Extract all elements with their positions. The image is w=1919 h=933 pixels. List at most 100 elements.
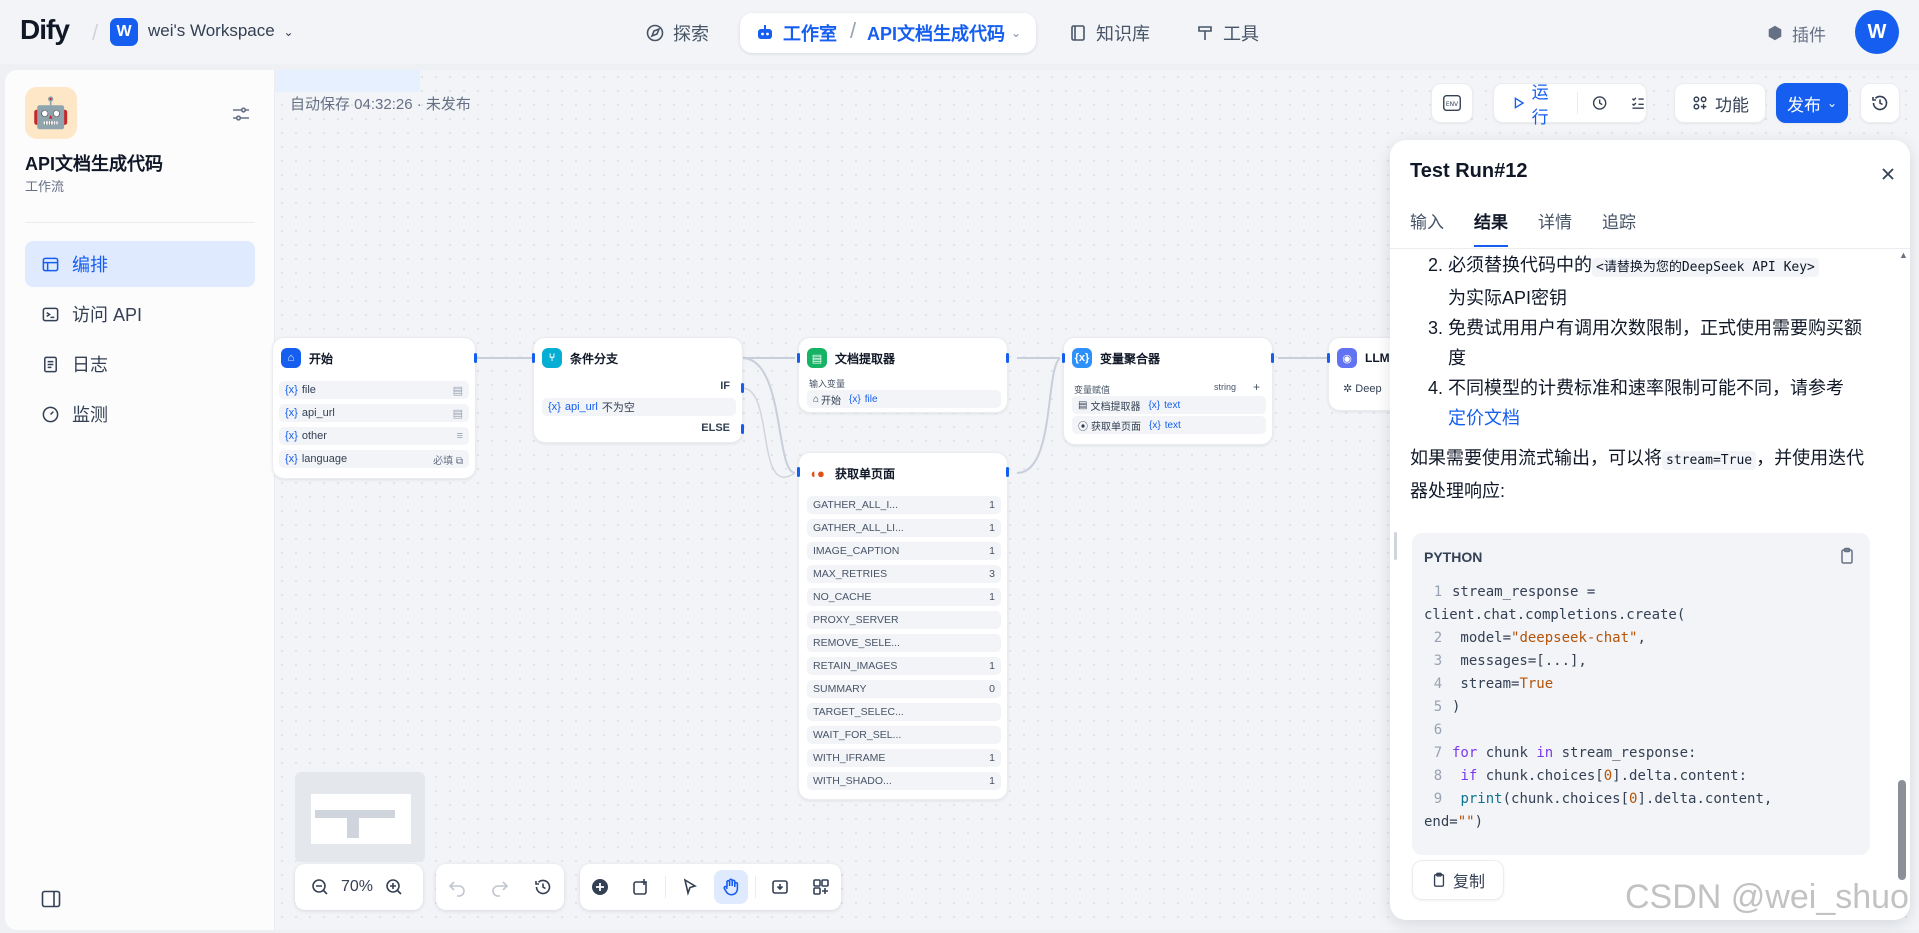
pointer-mode-button[interactable] bbox=[673, 870, 707, 904]
node-title: 获取单页面 bbox=[835, 466, 896, 481]
tab-result[interactable]: 结果 bbox=[1474, 208, 1508, 247]
llm-model: ✲ Deep bbox=[1343, 383, 1382, 395]
model-icon: ✲ bbox=[1343, 383, 1356, 395]
chevron-down-icon: ⌄ bbox=[1011, 26, 1022, 40]
cursor-icon bbox=[683, 878, 698, 896]
node-doc-extractor[interactable]: ▤ 文档提取器 输入变量 ⌂ 开始 {x} file bbox=[797, 337, 1009, 413]
nav-tools-label: 工具 bbox=[1223, 24, 1259, 44]
sidebar-item-orchestrate[interactable]: 编排 bbox=[25, 241, 255, 287]
node-fetch-page[interactable]: ◖● 获取单页面 GATHER_ALL_I... 1 GATHER_ALL_LI..… bbox=[797, 452, 1009, 800]
output-port[interactable] bbox=[474, 353, 477, 363]
gauge-icon bbox=[42, 406, 59, 422]
output-port[interactable] bbox=[1271, 353, 1274, 363]
top-nav-bar: Dify / W wei's Workspace ⌄ 探索 工作室 / API文… bbox=[0, 0, 1919, 64]
copy-button[interactable]: 复制 bbox=[1412, 860, 1504, 900]
zoom-in-button[interactable] bbox=[377, 870, 411, 904]
input-var-label: 输入变量 bbox=[809, 379, 846, 389]
input-port[interactable] bbox=[1327, 353, 1330, 363]
node-title: 文档提取器 bbox=[835, 351, 896, 366]
app-icon: 🤖 bbox=[25, 87, 77, 139]
scrollbar-thumb[interactable] bbox=[1898, 780, 1906, 880]
fetch-param-row: RETAIN_IMAGES 1 bbox=[807, 657, 1001, 675]
dify-logo[interactable]: Dify bbox=[20, 14, 70, 46]
history-button[interactable] bbox=[526, 870, 560, 904]
nav-knowledge[interactable]: 知识库 bbox=[1068, 14, 1150, 52]
divider bbox=[665, 876, 667, 898]
app-switcher[interactable]: API文档生成代码 ⌄ bbox=[867, 13, 1021, 53]
pricing-doc-link[interactable]: 定价文档 bbox=[1448, 408, 1520, 428]
panel-resize-handle[interactable] bbox=[1394, 532, 1397, 560]
sidebar-item-logs[interactable]: 日志 bbox=[25, 341, 255, 387]
nav-tools[interactable]: 工具 bbox=[1195, 14, 1259, 52]
layout-grid-icon bbox=[812, 879, 829, 895]
text-type-icon: ▤ bbox=[452, 407, 463, 420]
input-port[interactable] bbox=[532, 353, 535, 363]
user-avatar[interactable]: W bbox=[1855, 10, 1899, 54]
else-output-port[interactable] bbox=[741, 424, 744, 434]
node-start[interactable]: ⌂ 开始 {x} file ▤ {x} api_url ▤ {x} other ≡ {x} l… bbox=[272, 337, 477, 479]
if-output-port[interactable] bbox=[741, 383, 744, 393]
version-history-button[interactable] bbox=[1860, 83, 1900, 123]
minimap[interactable] bbox=[295, 772, 425, 862]
file-type-icon: ▤ bbox=[452, 384, 463, 397]
workspace-avatar[interactable]: W bbox=[110, 18, 138, 46]
list-item: 不同模型的计费标准和速率限制可能不同，请参考定价文档 bbox=[1448, 373, 1870, 433]
nav-studio[interactable]: 工作室 bbox=[755, 13, 837, 53]
close-icon[interactable] bbox=[1876, 162, 1900, 186]
undo-button[interactable] bbox=[440, 870, 474, 904]
history-clock-icon[interactable] bbox=[1591, 93, 1608, 113]
input-port[interactable] bbox=[797, 353, 800, 363]
organize-layout-button[interactable] bbox=[804, 870, 838, 904]
scroll-up-icon[interactable]: ▲ bbox=[1899, 250, 1908, 260]
fetch-param-row: GATHER_ALL_I... 1 bbox=[807, 496, 1001, 514]
env-icon: ENV bbox=[1443, 94, 1461, 112]
output-port[interactable] bbox=[1006, 467, 1009, 477]
plugins-label: 插件 bbox=[1792, 25, 1826, 45]
sidebar-item-api[interactable]: 访问 API bbox=[25, 291, 255, 337]
zoom-level[interactable]: 70% bbox=[341, 878, 373, 896]
add-icon[interactable]: + bbox=[1253, 380, 1260, 394]
export-image-button[interactable] bbox=[763, 870, 797, 904]
add-note-button[interactable] bbox=[624, 870, 658, 904]
collapse-sidebar-icon[interactable] bbox=[40, 888, 62, 910]
nav-explore[interactable]: 探索 bbox=[645, 14, 709, 52]
env-button[interactable]: ENV bbox=[1431, 83, 1473, 123]
run-group: 运行 bbox=[1493, 83, 1647, 127]
tab-trace[interactable]: 追踪 bbox=[1602, 208, 1636, 247]
breadcrumb-separator: / bbox=[850, 18, 857, 43]
sidebar-item-monitor[interactable]: 监测 bbox=[25, 391, 255, 437]
clipboard-icon bbox=[1433, 872, 1445, 887]
settings-sliders-icon[interactable] bbox=[230, 103, 252, 125]
tab-detail[interactable]: 详情 bbox=[1538, 208, 1572, 247]
clipboard-icon[interactable] bbox=[1838, 547, 1856, 565]
code-content: 1 stream_response = client.chat.completion… bbox=[1424, 584, 1773, 830]
tab-input[interactable]: 输入 bbox=[1410, 208, 1444, 247]
publish-label: 发布 bbox=[1786, 95, 1821, 115]
chevron-down-icon: ⌄ bbox=[283, 25, 294, 39]
checklist-icon[interactable] bbox=[1629, 93, 1646, 113]
variable-icon: {x} bbox=[1072, 348, 1092, 368]
zoom-out-button[interactable] bbox=[303, 870, 337, 904]
features-label: 功能 bbox=[1715, 95, 1749, 115]
workspace-switcher[interactable]: wei's Workspace ⌄ bbox=[148, 21, 294, 41]
history-icon bbox=[534, 879, 550, 895]
node-variable-aggregator[interactable]: {x} 变量聚合器 变量赋值 string + ▤ 文档提取器 {x} text ⦿ 获… bbox=[1062, 337, 1274, 445]
run-button[interactable]: 运行 bbox=[1512, 78, 1561, 128]
app-name: API文档生成代码 bbox=[25, 154, 164, 174]
output-port[interactable] bbox=[1006, 353, 1009, 363]
plugins-button[interactable]: 插件 bbox=[1766, 14, 1826, 52]
nav-studio-label: 工作室 bbox=[783, 24, 837, 44]
aggregator-label: 变量赋值 bbox=[1074, 385, 1111, 395]
redo-button[interactable] bbox=[483, 870, 517, 904]
result-content: 必须替换代码中的<请替换为您的DeepSeek API Key>为实际API密钥… bbox=[1410, 250, 1870, 506]
input-port[interactable] bbox=[1062, 353, 1065, 363]
publish-button[interactable]: 发布 ⌄ bbox=[1776, 83, 1848, 123]
hand-mode-button[interactable] bbox=[713, 870, 748, 904]
nav-knowledge-label: 知识库 bbox=[1096, 24, 1150, 44]
node-if-else[interactable]: ⑂ 条件分支 IF {x} api_url 不为空 ELSE bbox=[532, 337, 744, 443]
node-title: 开始 bbox=[309, 351, 334, 366]
features-button[interactable]: 功能 bbox=[1674, 83, 1766, 123]
divider bbox=[25, 222, 255, 223]
input-port[interactable] bbox=[797, 467, 800, 477]
add-node-button[interactable] bbox=[583, 870, 617, 904]
